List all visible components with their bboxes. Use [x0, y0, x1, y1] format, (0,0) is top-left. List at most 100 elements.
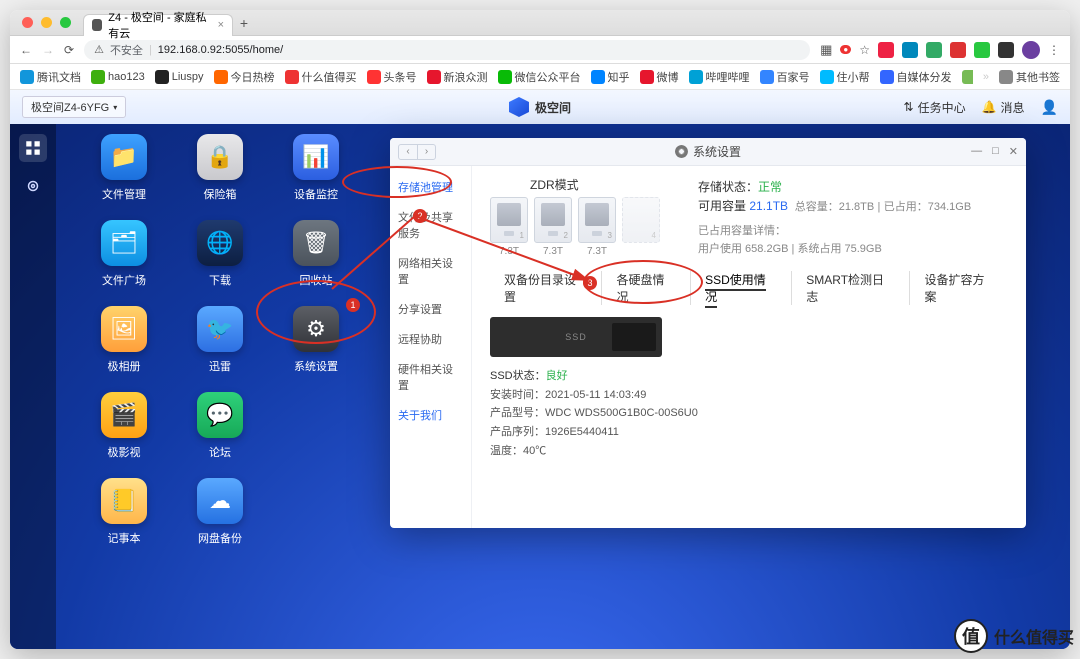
chart-icon: 📊 [293, 134, 339, 180]
dock-settings-icon[interactable] [19, 172, 47, 200]
reload-icon[interactable]: ⟳ [64, 43, 74, 57]
disk-slot[interactable]: 27.3T [534, 197, 572, 257]
desktop-icon-label: 保险箱 [172, 186, 268, 202]
desktop-icon[interactable]: 🐦迅雷 [172, 306, 268, 388]
movie-icon: 🎬 [101, 392, 147, 438]
chat-icon: 💬 [197, 392, 243, 438]
close-window-icon[interactable] [22, 17, 33, 28]
close-tab-icon[interactable]: × [218, 19, 224, 31]
dock-apps-icon[interactable] [19, 134, 47, 162]
forward-icon[interactable]: → [42, 43, 54, 57]
desktop-icon-label: 极相册 [76, 358, 172, 374]
bookmark-item[interactable]: 微博 [640, 69, 679, 85]
hdd-icon: 2 [534, 197, 572, 243]
desktop-icon[interactable]: 🔒 保险箱 [172, 134, 268, 216]
settings-sidemenu: 存储池管理文件及共享服务网络相关设置分享设置远程协助硬件相关设置关于我们 [390, 166, 472, 528]
desktop-icon-label: 记事本 [76, 530, 172, 546]
bookmark-item[interactable]: 什么值得买 [285, 69, 357, 85]
ext-icon[interactable] [878, 42, 894, 58]
desktop-icon[interactable]: 🗂文件广场 [76, 220, 172, 302]
bookmark-item[interactable]: 新浪众测 [427, 69, 488, 85]
window-history-nav[interactable]: ‹ › [398, 144, 436, 160]
storage-tab[interactable]: SSD使用情况 [691, 271, 792, 305]
desktop-icon[interactable]: 💬论坛 [172, 392, 268, 474]
bookmark-item[interactable]: 微信公众平台 [498, 69, 581, 85]
minimize-icon[interactable]: ― [971, 145, 982, 158]
bookmark-item[interactable]: 头条号 [367, 69, 417, 85]
bookmark-item[interactable]: Liuspy [155, 69, 204, 85]
app-topbar: 极空间Z4-6YFG ▾ 极空间 ⇅ 任务中心 🔔 消息 👤 [10, 90, 1070, 124]
back-icon[interactable]: ← [20, 43, 32, 57]
settings-menu-item[interactable]: 网络相关设置 [390, 248, 471, 294]
hdd-icon: 3 [578, 197, 616, 243]
address-bar[interactable]: ⚠ 不安全 | 192.168.0.92:5055/home/ [84, 40, 810, 60]
ext-icon[interactable] [950, 42, 966, 58]
folder-icon [999, 70, 1013, 84]
desktop-icon[interactable]: 🖼 极相册 [76, 306, 172, 388]
settings-menu-item[interactable]: 硬件相关设置 [390, 354, 471, 400]
bookmark-item[interactable]: 百家号 [760, 69, 810, 85]
device-selector[interactable]: 极空间Z4-6YFG ▾ [22, 96, 126, 118]
bookmark-item[interactable]: 果壳 [962, 69, 973, 85]
window-titlebar[interactable]: ‹ › 系统设置 ― □ ✕ [390, 138, 1026, 166]
ext-icon[interactable] [998, 42, 1014, 58]
profile-avatar-icon[interactable] [1022, 41, 1040, 59]
desktop-icon[interactable]: 📊设备监控 [268, 134, 364, 216]
menu-icon[interactable]: ⋮ [1048, 43, 1060, 57]
desktop-icon[interactable]: 📁文件管理 [76, 134, 172, 216]
storage-tab[interactable]: 各硬盘情况 [602, 271, 691, 305]
favicon-icon [92, 19, 102, 31]
empty-bay-icon: 4 [622, 197, 660, 243]
vault-icon: 🔒 [197, 134, 243, 180]
storage-tab[interactable]: 设备扩容方案 [910, 271, 1010, 305]
bookmark-item[interactable]: 自媒体分发 [880, 69, 952, 85]
back-icon[interactable]: ‹ [399, 145, 417, 159]
messages-button[interactable]: 🔔 消息 [982, 99, 1025, 116]
settings-menu-item[interactable]: 存储池管理 [390, 172, 471, 202]
task-center-button[interactable]: ⇅ 任务中心 [904, 99, 966, 116]
disk-slot[interactable]: 4 [622, 197, 660, 257]
desktop-icon[interactable]: ☁网盘备份 [172, 478, 268, 560]
user-icon[interactable]: 👤 [1041, 99, 1058, 116]
brand-logo: 极空间 [509, 97, 571, 117]
bookmark-item[interactable]: 知乎 [591, 69, 630, 85]
chevron-down-icon: ▾ [113, 103, 117, 112]
settings-menu-item[interactable]: 文件及共享服务 [390, 202, 471, 248]
settings-menu-item[interactable]: 分享设置 [390, 294, 471, 324]
disk-slot[interactable]: 37.3T [578, 197, 616, 257]
bookmark-item[interactable]: 住小帮 [820, 69, 870, 85]
status-value: 正常 [758, 180, 782, 194]
bookmark-item[interactable]: 腾讯文档 [20, 69, 81, 85]
bookmark-favicon-icon [20, 70, 34, 84]
settings-menu-item[interactable]: 远程协助 [390, 324, 471, 354]
desktop-icon[interactable]: ⚙系统设置 [268, 306, 364, 388]
new-tab-button[interactable]: + [233, 15, 255, 31]
bookmark-folder[interactable]: 其他书签 [999, 69, 1060, 85]
desktop-icon[interactable]: 🎬极影视 [76, 392, 172, 474]
star-icon[interactable]: ☆ [859, 43, 870, 57]
bookmark-favicon-icon [962, 70, 973, 84]
desktop-icon[interactable]: 🌐下载 [172, 220, 268, 302]
photo-icon: 🖼 [101, 306, 147, 352]
settings-menu-item[interactable]: 关于我们 [390, 400, 471, 430]
minimize-window-icon[interactable] [41, 17, 52, 28]
ext-icon[interactable] [974, 42, 990, 58]
ext-icon[interactable] [926, 42, 942, 58]
qr-icon[interactable]: ▦ [820, 42, 832, 58]
ext-icon[interactable] [902, 42, 918, 58]
desktop-icon[interactable]: 📒记事本 [76, 478, 172, 560]
desktop-icon[interactable]: 🗑回收站 [268, 220, 364, 302]
ssd-model: 产品型号：WDC WDS500G1B0C-00S6U0 [490, 404, 1010, 423]
browser-tab[interactable]: Z4 - 极空间 - 家庭私有云 × [83, 14, 233, 36]
bookmark-item[interactable]: hao123 [91, 69, 145, 85]
maximize-window-icon[interactable] [60, 17, 71, 28]
close-icon[interactable]: ✕ [1009, 145, 1018, 158]
bookmark-item[interactable]: 今日热榜 [214, 69, 275, 85]
maximize-icon[interactable]: □ [992, 145, 999, 158]
ssd-image-icon [490, 317, 662, 357]
bookmark-item[interactable]: 哔哩哔哩 [689, 69, 750, 85]
forward-icon[interactable]: › [417, 145, 435, 159]
desktop-icon-label: 系统设置 [268, 358, 364, 374]
storage-tab[interactable]: SMART检测日志 [792, 271, 910, 305]
disk-slot[interactable]: 17.3T [490, 197, 528, 257]
